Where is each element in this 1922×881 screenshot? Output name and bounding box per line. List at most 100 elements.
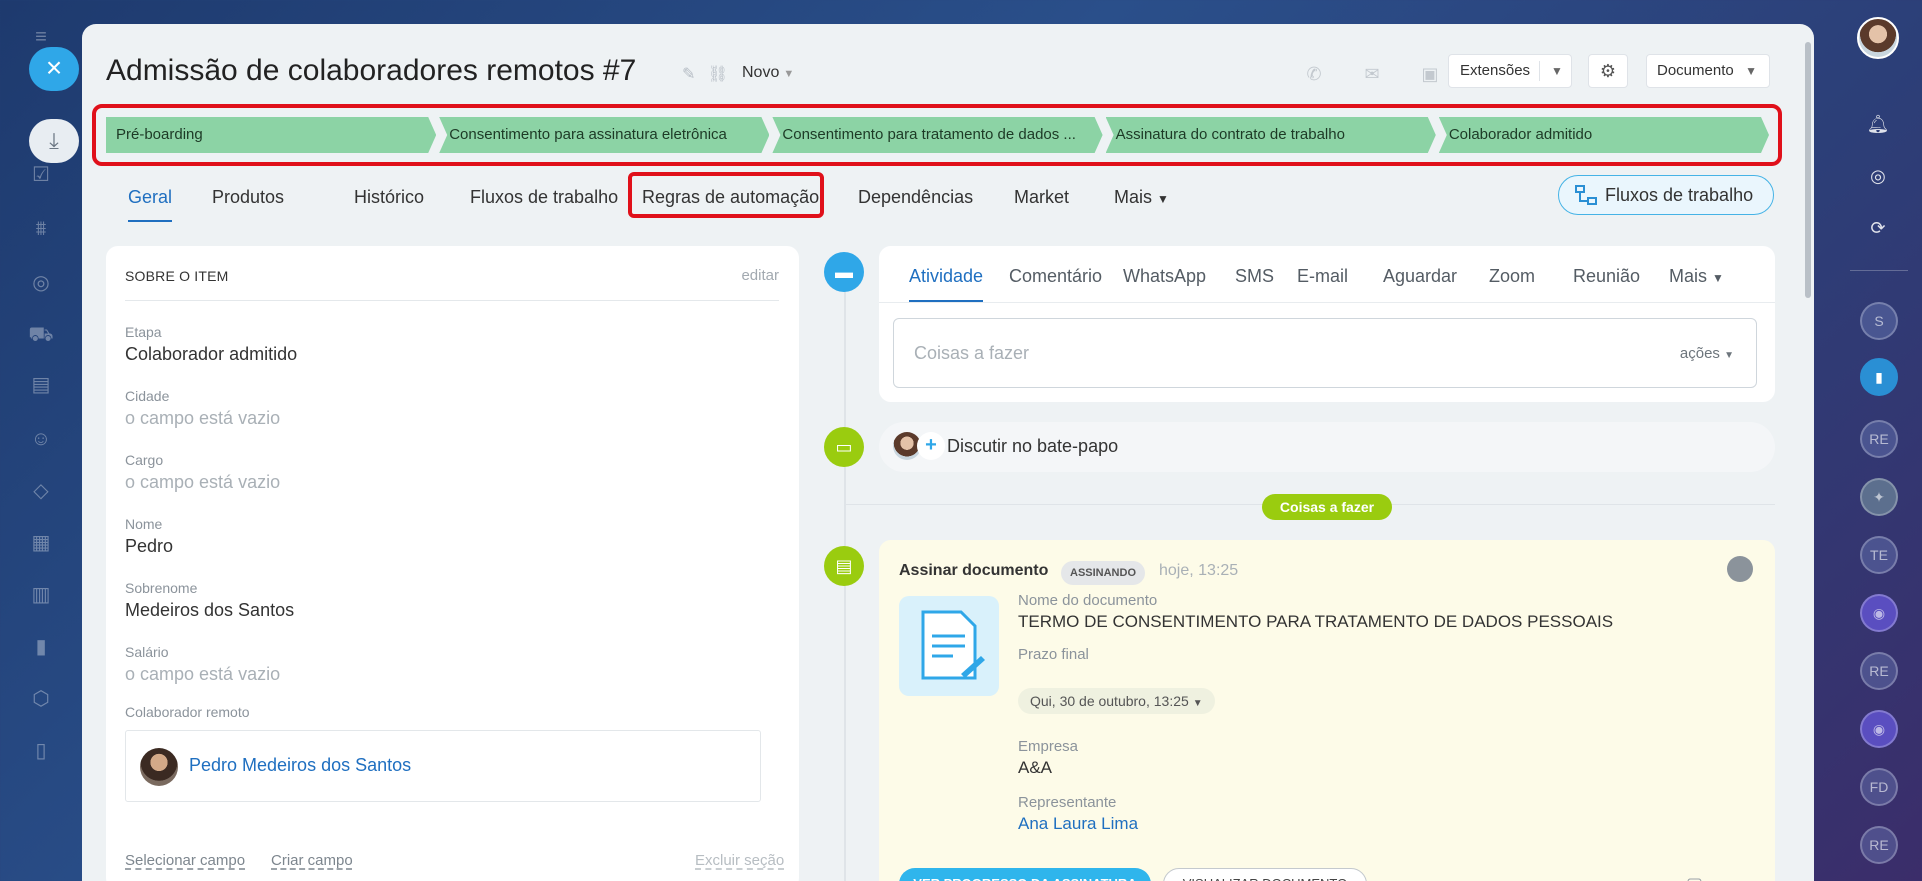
act-tab-activity[interactable]: Atividade [909,266,984,302]
calendar-icon[interactable]: ▥ [28,582,54,608]
cart-icon[interactable]: ⛟ [28,322,54,348]
remote-person-box[interactable]: Pedro Medeiros dos Santos [125,730,761,802]
chat-bubble-avatar[interactable]: ✦ [1860,478,1898,516]
stage-contract-signing[interactable]: Assinatura do contrato de trabalho [1106,117,1436,153]
card-icon[interactable]: ▤ [28,372,54,398]
remote-person-link[interactable]: Pedro Medeiros dos Santos [189,755,411,776]
tab-general[interactable]: Geral [128,182,173,222]
extensions-button[interactable]: Extensões ▼ [1448,54,1572,88]
card-divider [125,300,779,301]
todo-input[interactable]: Coisas a fazer ações ▼ [893,318,1757,388]
chat-bubble-group2[interactable]: ◉ [1860,710,1898,748]
workflows-button[interactable]: Fluxos de trabalho [1558,175,1774,215]
chat-bubble-icon: ▭ [824,427,864,467]
chat-bubble-group[interactable]: ◉ [1860,594,1898,632]
tasks-icon[interactable]: ☑ [28,162,54,188]
view-document-button[interactable]: VISUALIZAR DOCUMENTO [1163,868,1367,881]
bookmark-icon[interactable]: ▮ [1860,358,1898,396]
plus-icon[interactable]: + [917,432,945,460]
deadline-chip[interactable]: Qui, 30 de outubro, 13:25 ▼ [1018,688,1215,714]
chat-bubble-fd[interactable]: FD [1860,768,1898,806]
act-tab-meeting[interactable]: Reunião [1573,266,1640,287]
tab-history[interactable]: Histórico [354,182,424,212]
field-value-surname[interactable]: Medeiros dos Santos [125,600,294,621]
more-icon[interactable]: ••• [1734,874,1753,881]
act-tab-wait[interactable]: Aguardar [1383,266,1457,287]
act-tab-zoom[interactable]: Zoom [1489,266,1535,287]
file-icon[interactable]: ▯ [28,738,54,764]
field-value-name[interactable]: Pedro [125,536,173,557]
tab-market[interactable]: Market [1014,182,1069,212]
chat-bubble-re3[interactable]: RE [1860,826,1898,864]
doc-name-label: Nome do documento [1018,592,1158,609]
user-icon[interactable] [1727,556,1753,582]
field-label-salary: Salário [125,644,169,660]
tab-workflows[interactable]: Fluxos de trabalho [470,182,618,212]
discuss-chat-row[interactable]: + Discutir no bate-papo [879,422,1775,472]
robot-icon[interactable]: ☺ [28,426,54,452]
status-badge: ASSINANDO [1061,561,1146,585]
tab-more[interactable]: Mais ▼ [1114,182,1169,214]
field-value-position[interactable]: o campo está vazio [125,472,280,493]
act-tab-whatsapp[interactable]: WhatsApp [1123,266,1206,287]
field-value-salary[interactable]: o campo está vazio [125,664,280,685]
status-select[interactable]: Novo ▼ [742,64,794,82]
field-value-stage[interactable]: Colaborador admitido [125,344,297,365]
stage-bar: Pré-boarding Consentimento para assinatu… [106,117,1772,153]
act-tab-email[interactable]: E-mail [1297,266,1348,287]
link-icon[interactable]: ⛓ [708,66,728,83]
chat-icon[interactable]: ▣ [1410,54,1450,94]
close-button[interactable]: × [29,47,79,91]
view-progress-button[interactable]: VER PROGRESSO DA ASSINATURA [899,868,1151,881]
stage-hired[interactable]: Colaborador admitido [1439,117,1769,153]
chat-bubble-re2[interactable]: RE [1860,652,1898,690]
tab-products[interactable]: Produtos [212,182,284,212]
act-tab-sms[interactable]: SMS [1235,266,1274,287]
bell-icon[interactable]: 🔔︎ [1860,106,1896,142]
filter-icon[interactable]: ⩩ [28,216,54,242]
chart-icon[interactable]: ▮ [28,634,54,660]
target-icon[interactable]: ◎ [1860,158,1896,194]
field-label-remote: Colaborador remoto [125,704,250,720]
chat-bubble-s[interactable]: S [1860,302,1898,340]
create-field-link[interactable]: Criar campo [271,852,353,869]
actions-dropdown[interactable]: ações ▼ [1680,345,1734,362]
select-field-link[interactable]: Selecionar campo [125,852,245,869]
chat-bubble-re[interactable]: RE [1860,420,1898,458]
scrollbar[interactable] [1805,42,1811,298]
collapse-icon[interactable]: ⤓ [29,119,79,163]
stage-consent-data[interactable]: Consentimento para tratamento de dados .… [772,117,1102,153]
target-icon[interactable]: ◎ [28,270,54,296]
edit-link-icons[interactable]: ✎ ⛓ [682,64,728,84]
chat-bubble-te[interactable]: TE [1860,536,1898,574]
stage-consent-esign[interactable]: Consentimento para assinatura eletrônica [439,117,769,153]
document-thumbnail[interactable] [899,596,999,696]
act-tab-comment[interactable]: Comentário [1009,266,1102,287]
building-icon[interactable]: ▦ [28,530,54,556]
sync-icon[interactable]: ⟳ [1860,210,1896,246]
pencil-icon[interactable]: ✎ [682,66,695,83]
chevron-down-icon[interactable]: ▼ [1551,55,1563,87]
field-value-city[interactable]: o campo está vazio [125,408,280,429]
doc-name-value: TERMO DE CONSENTIMENTO PARA TRATAMENTO D… [1018,612,1614,631]
avatar[interactable] [140,748,178,786]
actions-label: ações [1679,345,1720,362]
act-tab-more[interactable]: Mais ▼ [1669,266,1724,287]
mail-icon[interactable]: ✉ [1352,54,1392,94]
settings-button[interactable]: ⚙ [1588,54,1628,88]
doc-timestamp: hoje, 13:25 [1159,562,1239,579]
note-icon[interactable]: ▢ [1686,874,1703,881]
tab-dependencies[interactable]: Dependências [858,182,973,212]
rep-link[interactable]: Ana Laura Lima [1018,814,1138,834]
user-avatar[interactable] [1857,17,1899,59]
activity-editor: Atividade Comentário WhatsApp SMS E-mail… [879,246,1775,402]
document-button[interactable]: Documento ▼ [1646,54,1770,88]
stage-pre-boarding[interactable]: Pré-boarding [106,117,436,153]
phone-icon[interactable]: ✆ [1294,54,1334,94]
about-item-card: SOBRE O ITEM editar Etapa Colaborador ad… [106,246,799,881]
discuss-chat-label: Discutir no bate-papo [947,436,1119,456]
delete-section-link[interactable]: Excluir seção [695,852,784,869]
box-icon[interactable]: ◇ [28,478,54,504]
edit-link[interactable]: editar [741,267,779,284]
settings-icon[interactable]: ⬡ [28,686,54,712]
